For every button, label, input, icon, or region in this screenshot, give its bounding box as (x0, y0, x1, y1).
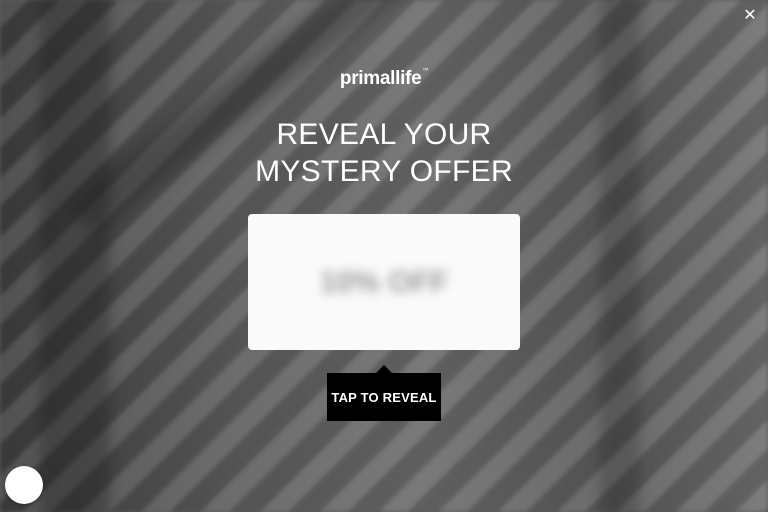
mystery-offer-modal: ✕ primallife™ REVEAL YOUR MYSTERY OFFER … (0, 0, 768, 512)
tap-to-reveal-label: TAP TO REVEAL (331, 389, 437, 405)
headline-line-1: REVEAL YOUR (276, 118, 492, 151)
close-icon[interactable]: ✕ (740, 6, 760, 26)
offer-card: 10% OFF (248, 214, 520, 350)
brand-logo: primallife™ (0, 68, 768, 90)
tap-to-reveal-button[interactable]: TAP TO REVEAL (327, 365, 441, 421)
chat-launcher-icon[interactable] (5, 466, 43, 504)
brand-name: primallife (339, 68, 422, 89)
headline: REVEAL YOUR MYSTERY OFFER (0, 116, 768, 190)
headline-line-2: MYSTERY OFFER (255, 155, 513, 188)
trademark: ™ (422, 68, 429, 74)
hidden-offer-text: 10% OFF (319, 266, 449, 299)
